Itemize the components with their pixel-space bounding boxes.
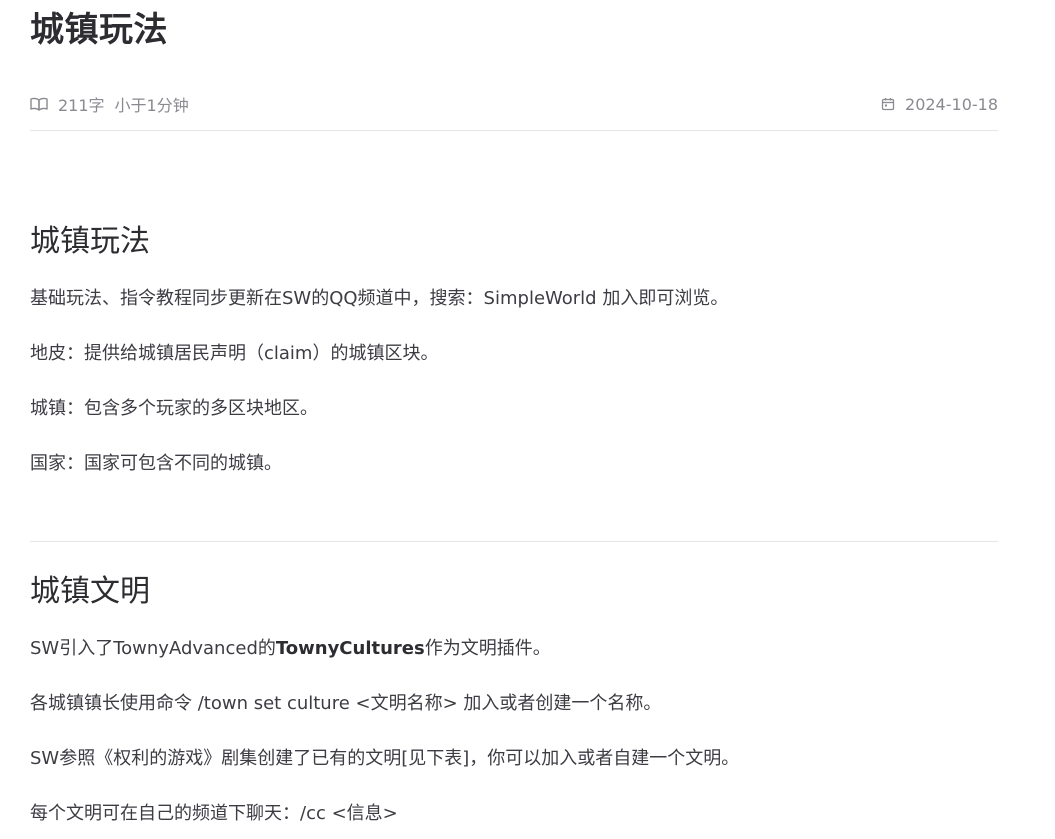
paragraph: 城镇：包含多个玩家的多区块地区。 xyxy=(30,398,318,419)
paragraph: 各城镇镇长使用命令 /town set culture <文明名称> 加入或者创… xyxy=(30,693,662,714)
section-divider xyxy=(30,541,998,542)
publish-date: 2024-10-18 xyxy=(905,94,998,114)
text-suffix: 作为文明插件。 xyxy=(424,638,551,659)
paragraph: 每个文明可在自己的频道下聊天：/cc <信息> xyxy=(30,803,398,824)
section-heading-town-culture: 城镇文明 xyxy=(30,574,150,609)
word-count: 211字 xyxy=(58,96,105,115)
read-time: 小于1分钟 xyxy=(114,96,189,115)
meta-left: 211字 小于1分钟 xyxy=(30,92,189,116)
section-heading-town-gameplay: 城镇玩法 xyxy=(30,224,150,259)
page-title: 城镇玩法 xyxy=(30,10,168,50)
paragraph: 国家：国家可包含不同的城镇。 xyxy=(30,453,282,474)
header-divider xyxy=(30,130,998,131)
bold-plugin-name: TownyCultures xyxy=(275,638,425,659)
paragraph: 地皮：提供给城镇居民声明（claim）的城镇区块。 xyxy=(30,343,439,364)
paragraph: SW参照《权利的游戏》剧集创建了已有的文明[见下表]，你可以加入或者自建一个文明… xyxy=(30,748,740,769)
calendar-icon xyxy=(879,95,897,113)
book-icon xyxy=(30,95,48,113)
text-prefix: SW引入了TownyAdvanced的 xyxy=(30,638,276,659)
paragraph: SW引入了TownyAdvanced的TownyCultures作为文明插件。 xyxy=(30,636,551,662)
paragraph: 基础玩法、指令教程同步更新在SW的QQ频道中，搜索：SimpleWorld 加入… xyxy=(30,288,729,309)
article-meta: 211字 小于1分钟 2024-10-18 xyxy=(30,88,998,120)
meta-right: 2024-10-18 xyxy=(879,95,998,114)
